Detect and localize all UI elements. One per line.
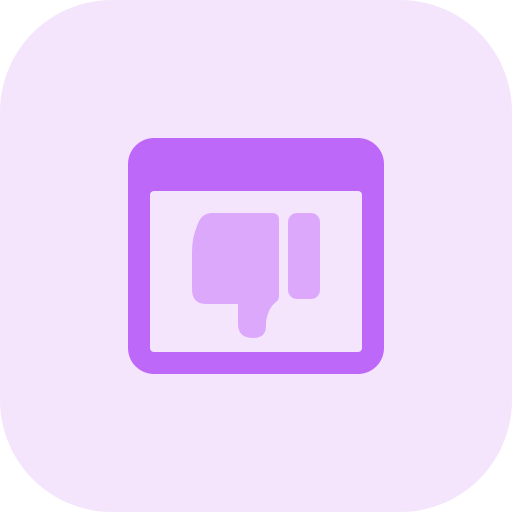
browser-thumbs-down-icon [128, 138, 384, 374]
thumb-cuff [288, 213, 320, 299]
